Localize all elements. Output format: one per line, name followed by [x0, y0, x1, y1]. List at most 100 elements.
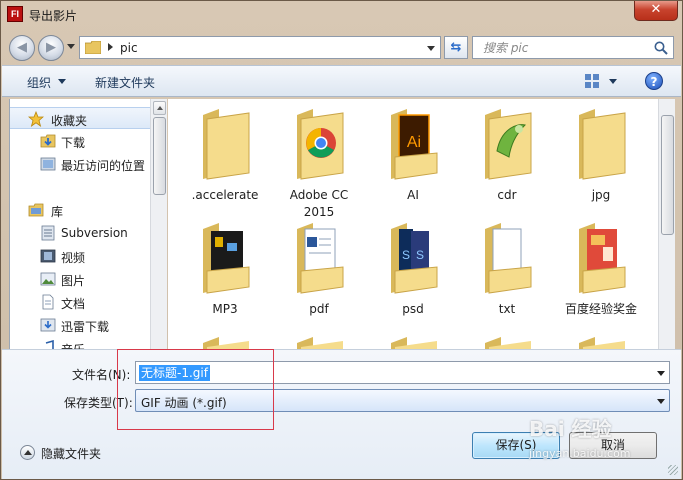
file-list-pane: .accelerate Adobe CC 2015 Ai AI cdr jpg … — [168, 99, 658, 349]
photoshop-folder-icon: S S — [391, 223, 438, 294]
new-folder-button[interactable]: 新建文件夹 — [95, 74, 155, 91]
organize-dropdown-icon[interactable] — [58, 79, 66, 84]
scroll-thumb[interactable] — [153, 117, 166, 195]
forward-button[interactable]: ▶ — [38, 35, 64, 61]
help-icon[interactable]: ? — [645, 72, 663, 90]
export-movie-dialog: Fl 导出影片 ✕ ◀ ▶ pic ⇆ 搜索 pic 组织 新建文件夹 ? 收藏… — [0, 0, 683, 480]
sidebar-item-label: 收藏夹 — [51, 114, 88, 128]
back-button[interactable]: ◀ — [9, 35, 35, 61]
file-label: Adobe CC 2015 — [289, 188, 349, 219]
folder-pdf[interactable]: pdf — [274, 219, 364, 329]
address-bar[interactable]: pic — [79, 36, 441, 59]
library-icon — [28, 203, 44, 217]
xunlei-download-icon — [40, 318, 56, 332]
filetype-dropdown-icon[interactable] — [657, 399, 665, 404]
documents-library-icon — [42, 294, 54, 310]
folder-adobe-cc-2015[interactable]: Adobe CC 2015 — [274, 105, 364, 219]
close-button[interactable]: ✕ — [634, 1, 678, 21]
folder-accelerate[interactable]: .accelerate — [180, 105, 270, 215]
folder-baidu-jingyan-bonus[interactable]: 百度经验奖金 — [556, 219, 646, 329]
breadcrumb-pic[interactable]: pic — [120, 41, 138, 55]
search-icon[interactable] — [653, 40, 669, 56]
sidebar-item-xunlei-downloads[interactable]: 迅雷下载 — [10, 314, 150, 336]
folder-partial-icon — [579, 337, 625, 349]
sidebar-item-label: 库 — [51, 205, 64, 219]
filetype-select[interactable]: GIF 动画 (*.gif) — [135, 389, 670, 412]
svg-text:S: S — [416, 248, 424, 262]
file-label: AI — [407, 188, 419, 202]
folder-partial-icon — [391, 337, 437, 349]
svg-text:S: S — [402, 248, 410, 262]
folder-txt[interactable]: txt — [462, 219, 552, 329]
folder-psd[interactable]: S S psd — [368, 219, 458, 329]
file-list-scrollbar[interactable] — [658, 99, 675, 349]
document-folder-icon — [297, 223, 344, 294]
coreldraw-folder-icon — [485, 109, 532, 180]
watermark: Bai 经验 — [529, 417, 612, 441]
folder-mp3[interactable]: MP3 — [180, 219, 270, 329]
recent-locations-dropdown-icon[interactable] — [67, 44, 75, 49]
media-folder-icon — [203, 223, 250, 294]
navigation-scrollbar[interactable] — [150, 99, 167, 349]
forward-arrow-icon: ▶ — [46, 40, 56, 55]
folder-ai[interactable]: Ai AI — [368, 105, 458, 215]
sidebar-item-favorites[interactable]: 收藏夹 — [10, 107, 150, 129]
sidebar-item-label: 文档 — [61, 297, 86, 311]
collapse-up-icon — [20, 445, 35, 460]
address-row: ◀ ▶ pic ⇆ — [1, 31, 682, 63]
sidebar-item-label: 图片 — [61, 274, 86, 288]
file-label: cdr — [497, 188, 517, 202]
illustrator-folder-icon: Ai — [391, 109, 438, 180]
organize-button[interactable]: 组织 — [27, 74, 51, 91]
sidebar-item-downloads[interactable]: 下载 — [10, 130, 150, 152]
file-label: 百度经验奖金 — [564, 302, 637, 316]
folder-jpg[interactable]: jpg — [556, 105, 646, 215]
file-label: MP3 — [212, 302, 238, 316]
sidebar-item-label: 迅雷下载 — [61, 320, 110, 334]
address-dropdown-icon[interactable] — [427, 46, 435, 51]
filename-dropdown-icon[interactable] — [657, 371, 665, 376]
scroll-up-arrow-icon — [157, 106, 163, 110]
file-label: jpg — [591, 188, 611, 202]
file-label: .accelerate — [191, 188, 259, 202]
music-library-icon — [45, 340, 54, 349]
folder-icon — [85, 41, 101, 54]
filename-input[interactable]: 无标题-1.gif — [135, 361, 670, 384]
filename-label: 文件名(N): — [72, 368, 131, 382]
folder-partial-icon — [297, 337, 343, 349]
filename-value[interactable]: 无标题-1.gif — [139, 365, 210, 381]
recent-places-icon — [40, 157, 56, 171]
title-bar[interactable]: Fl 导出影片 ✕ — [1, 1, 682, 29]
folder-partial-icon — [485, 337, 531, 349]
folder-cdr[interactable]: cdr — [462, 105, 552, 215]
sidebar-item-music[interactable]: 音乐 — [10, 337, 150, 349]
scroll-up-button[interactable] — [153, 101, 166, 115]
sidebar-item-pictures[interactable]: 图片 — [10, 268, 150, 290]
sidebar-item-label: 下载 — [61, 136, 86, 150]
search-input[interactable] — [473, 37, 651, 58]
sidebar-item-recent-places[interactable]: 最近访问的位置 — [10, 153, 150, 175]
plain-folder-icon — [203, 109, 250, 180]
sidebar-item-documents[interactable]: 文档 — [10, 291, 150, 313]
sidebar-item-videos[interactable]: 视频 — [10, 245, 150, 267]
resize-grip[interactable] — [668, 465, 678, 475]
search-box — [472, 36, 674, 59]
scroll-thumb[interactable] — [661, 115, 674, 235]
view-dropdown-icon[interactable] — [609, 79, 617, 84]
star-icon — [28, 111, 44, 127]
image-folder-icon — [579, 223, 626, 294]
plain-folder-icon — [579, 109, 626, 180]
sidebar-item-libraries[interactable]: 库 — [10, 199, 150, 221]
hide-folders-label: 隐藏文件夹 — [41, 447, 102, 461]
breadcrumb-separator-icon[interactable] — [108, 43, 113, 51]
refresh-icon: ⇆ — [450, 40, 462, 55]
view-options-icon[interactable] — [584, 73, 600, 89]
refresh-button[interactable]: ⇆ — [444, 36, 468, 59]
back-arrow-icon: ◀ — [17, 40, 27, 55]
file-label: psd — [402, 302, 424, 316]
file-label: txt — [498, 302, 516, 316]
download-folder-icon — [40, 134, 56, 148]
sidebar-item-subversion[interactable]: Subversion — [10, 222, 150, 244]
svg-text:Ai: Ai — [407, 134, 421, 151]
command-toolbar: 组织 新建文件夹 ? — [2, 65, 681, 97]
